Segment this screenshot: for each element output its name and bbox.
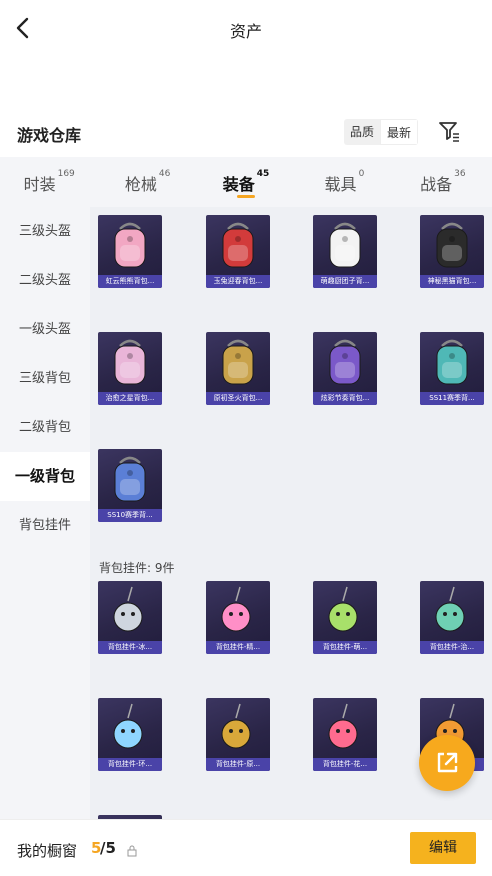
share-button[interactable]: [419, 735, 475, 791]
teal-season-backpack-icon: [436, 339, 468, 385]
item-card[interactable]: 炫彩节奏背包...: [313, 332, 377, 405]
item-name: 背包挂件-原...: [206, 758, 270, 771]
gold-flame-backpack-icon: [222, 339, 254, 385]
item-card[interactable]: 背包挂件-萌...: [313, 581, 377, 654]
pink-star-backpack-icon: [114, 339, 146, 385]
item-name: 背包挂件-冰...: [98, 641, 162, 654]
filter-icon[interactable]: [436, 118, 462, 144]
category-tabs: 时装169 枪械46 装备45 载具0 战备36: [0, 157, 492, 207]
item-card[interactable]: 背包挂件-花...: [313, 698, 377, 771]
purple-rhythm-backpack-icon: [329, 339, 361, 385]
tab-count: 46: [158, 169, 171, 179]
tab-label: 战备: [420, 175, 453, 194]
item-card[interactable]: SS10赛季背...: [98, 449, 162, 522]
item-name: 萌趣厨团子背...: [313, 275, 377, 288]
item-name: 虹云熊熊背包...: [98, 275, 162, 288]
sidebar-item-backpack-lv1[interactable]: 一级背包: [0, 452, 90, 501]
sidebar-item-helmet-lv2[interactable]: 二级头盔: [0, 256, 90, 305]
showcase-count-total: /5: [100, 839, 116, 857]
active-tab-indicator: [237, 195, 256, 198]
bottle-charm-icon: [435, 586, 465, 632]
item-card[interactable]: 神秘黑猫背包...: [420, 215, 484, 288]
tab-count: 45: [256, 169, 270, 179]
item-card[interactable]: 背包挂件-原...: [206, 698, 270, 771]
charm-group-label: 背包挂件: 9件: [99, 561, 175, 575]
tab-count: 169: [57, 169, 75, 179]
item-card[interactable]: SS11赛季背...: [420, 332, 484, 405]
tab-fashion[interactable]: 时装169: [0, 157, 98, 207]
item-card[interactable]: 玉兔迎春背包...: [206, 215, 270, 288]
black-cat-backpack-icon: [436, 222, 468, 268]
item-card[interactable]: 背包挂件-治...: [420, 581, 484, 654]
tab-weapons[interactable]: 枪械46: [98, 157, 196, 207]
warehouse-title: 游戏仓库: [17, 126, 82, 145]
item-card[interactable]: 背包挂件-冰...: [98, 581, 162, 654]
item-name: 背包挂件-环...: [98, 758, 162, 771]
sidebar-item-helmet-lv3[interactable]: 三级头盔: [0, 207, 90, 256]
red-rabbit-backpack-icon: [222, 222, 254, 268]
top-bar: 资产: [0, 0, 492, 58]
item-name: 背包挂件-萌...: [313, 641, 377, 654]
edit-button[interactable]: 编辑: [410, 832, 476, 864]
tab-label: 装备: [222, 175, 255, 194]
sort-quality[interactable]: 品质: [344, 119, 380, 145]
sidebar-item-backpack-lv3[interactable]: 三级背包: [0, 354, 90, 403]
dumpling-backpack-icon: [329, 222, 361, 268]
item-name: 背包挂件-花...: [313, 758, 377, 771]
ring-charm-icon: [113, 703, 143, 749]
item-name: 背包挂件-精...: [206, 641, 270, 654]
sidebar-item-helmet-lv1[interactable]: 一级头盔: [0, 305, 90, 354]
share-icon: [437, 752, 458, 773]
sub-category-sidebar: 三级头盔 二级头盔 一级头盔 三级背包 二级背包 一级背包 背包挂件: [0, 207, 90, 819]
gold-badge-charm-icon: [221, 703, 251, 749]
tab-count: 36: [454, 169, 466, 179]
pink-bear-backpack-icon: [114, 222, 146, 268]
tab-supplies[interactable]: 战备36: [394, 157, 492, 207]
item-card[interactable]: 萌趣厨团子背...: [313, 215, 377, 288]
item-name: 治愈之星背包...: [98, 392, 162, 405]
tab-label: 时装: [23, 175, 56, 194]
sort-toggle: 品质 最新: [344, 119, 419, 145]
tab-label: 载具: [324, 175, 357, 194]
item-name: 神秘黑猫背包...: [420, 275, 484, 288]
item-card[interactable]: 原初圣火背包...: [206, 332, 270, 405]
pink-tag-charm-icon: [328, 703, 358, 749]
item-grid: 背包挂件: 9件 虹云熊熊背包... 玉兔迎春背包... 萌趣厨团子背... 神秘黑猫…: [90, 207, 492, 819]
page-title: 资产: [229, 22, 262, 41]
tab-vehicles[interactable]: 载具0: [295, 157, 393, 207]
asset-page: 资产 游戏仓库 品质 最新 时装169 枪械46 装备45 载具0 战备36 三…: [0, 0, 492, 876]
item-name: 背包挂件-治...: [420, 641, 484, 654]
sidebar-item-backpack-lv2[interactable]: 二级背包: [0, 403, 90, 452]
item-card[interactable]: 虹云熊熊背包...: [98, 215, 162, 288]
item-card[interactable]: 背包挂件-精...: [206, 581, 270, 654]
green-sprout-charm-icon: [328, 586, 358, 632]
blue-season-backpack-icon: [114, 456, 146, 502]
item-name: SS11赛季背...: [420, 392, 484, 405]
item-card[interactable]: 背包挂件-环...: [98, 698, 162, 771]
item-name: 玉兔迎春背包...: [206, 275, 270, 288]
lock-icon: [127, 842, 137, 857]
ice-robot-charm-icon: [113, 586, 143, 632]
pink-wing-charm-icon: [221, 586, 251, 632]
sidebar-item-backpack-charm[interactable]: 背包挂件: [0, 501, 90, 550]
tab-equipment[interactable]: 装备45: [197, 157, 295, 207]
sort-newest[interactable]: 最新: [380, 119, 419, 145]
tab-count: 0: [358, 169, 365, 179]
item-name: 原初圣火背包...: [206, 392, 270, 405]
item-card[interactable]: 治愈之星背包...: [98, 332, 162, 405]
showcase-label: 我的橱窗: [17, 842, 78, 860]
showcase-bar: 我的橱窗 5 /5 编辑: [0, 819, 492, 876]
tab-label: 枪械: [124, 175, 157, 194]
item-name: SS10赛季背...: [98, 509, 162, 522]
item-name: 炫彩节奏背包...: [313, 392, 377, 405]
